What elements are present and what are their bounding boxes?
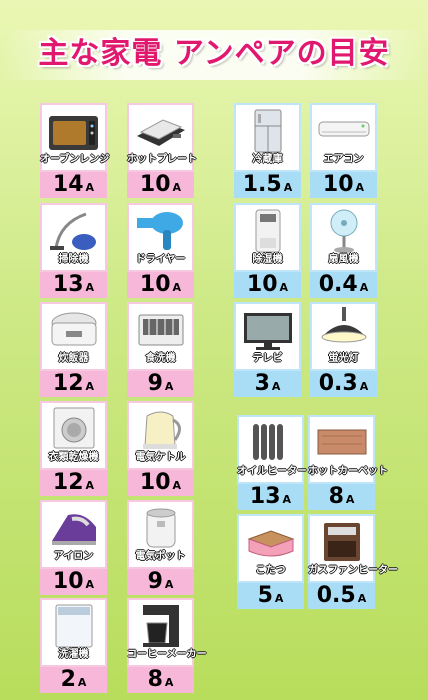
appliance-name: ホットプレート	[127, 154, 197, 165]
amperage: 10 A	[234, 272, 301, 298]
card-coffee-maker: コーヒーメーカー 8A	[127, 598, 207, 693]
hot-carpet-icon	[317, 429, 367, 455]
amperage: 12 A	[40, 470, 107, 496]
electric-fan-icon	[330, 209, 358, 253]
card-air-conditioner: エアコン 10 A	[310, 103, 377, 198]
card-kotatsu: こたつ 5A	[237, 514, 304, 609]
appliance-name: 除湿機	[252, 254, 283, 265]
appliance-name: エアコン	[323, 154, 364, 165]
electric-pot-icon	[146, 508, 176, 548]
card-rice-cooker: 炊飯器 12 A	[40, 302, 107, 397]
appliance-name: 電気ポット	[135, 551, 186, 562]
appliance-name: 扇風機	[328, 254, 359, 265]
card-clothes-dryer: 衣類乾燥機 12 A	[40, 401, 107, 496]
appliance-name: ガスファンヒーター	[308, 565, 398, 576]
amperage: 8A	[308, 484, 375, 510]
amperage: 8A	[127, 667, 194, 693]
hot-plate-icon	[137, 119, 185, 146]
clothes-dryer-icon	[53, 407, 95, 449]
card-hair-dryer: ドライヤー 10 A	[127, 203, 194, 298]
card-washing-machine: 洗濯機 2A	[40, 598, 107, 693]
card-oven-range: オーブンレンジ 14 A	[40, 103, 110, 198]
card-dishwasher: 食洗機 9A	[127, 302, 194, 397]
amperage: 14 A	[40, 172, 107, 198]
page-title: 主な家電 アンペアの目安	[38, 35, 390, 72]
card-hot-carpet: ホットカーペット 8A	[308, 415, 388, 510]
appliance-name: 炊飯器	[58, 353, 89, 364]
amperage: 9A	[127, 569, 194, 595]
card-hot-plate: ホットプレート 10 A	[127, 103, 197, 198]
appliance-name: 洗濯機	[58, 649, 89, 660]
television-icon	[244, 313, 292, 350]
gas-fan-heater-icon	[324, 523, 360, 561]
appliance-name: テレビ	[252, 353, 283, 364]
appliance-name: ドライヤー	[135, 254, 186, 265]
card-electric-fan: 扇風機 0.4 A	[310, 203, 377, 298]
air-conditioner-icon	[318, 121, 370, 137]
appliance-name: 掃除機	[58, 254, 89, 265]
card-television: テレビ 3A	[234, 302, 301, 397]
dishwasher-icon	[138, 314, 184, 346]
amperage: 2A	[40, 667, 107, 693]
appliance-name: ホットカーペット	[308, 466, 388, 477]
appliance-name: 電気ケトル	[135, 452, 186, 463]
fluorescent-lamp-icon	[321, 307, 367, 343]
card-gas-fan-heater: ガスファンヒーター 0.5 A	[308, 514, 398, 609]
amperage: 10 A	[127, 470, 194, 496]
appliance-name: 食洗機	[145, 353, 176, 364]
appliance-name: 蛍光灯	[328, 353, 359, 364]
dehumidifier-icon	[255, 209, 281, 253]
washing-machine-icon	[55, 604, 93, 648]
amperage: 0.3 A	[310, 371, 377, 397]
amperage: 13 A	[237, 484, 304, 510]
kotatsu-icon	[247, 530, 295, 557]
appliance-name: オーブンレンジ	[40, 154, 110, 165]
amperage: 3A	[234, 371, 301, 397]
electric-kettle-icon	[143, 411, 181, 449]
card-electric-kettle: 電気ケトル 10 A	[127, 401, 194, 496]
microwave-oven-icon	[49, 116, 98, 150]
hair-dryer-icon	[137, 212, 183, 250]
card-vacuum-cleaner: 掃除機 13 A	[40, 203, 107, 298]
card-refrigerator: 冷蔵庫 1.5 A	[234, 103, 301, 198]
iron-icon	[52, 514, 96, 545]
card-iron: アイロン 10 A	[40, 500, 107, 595]
amperage: 0.5 A	[308, 583, 375, 609]
rice-cooker-icon	[51, 312, 97, 346]
card-fluorescent-lamp: 蛍光灯 0.3 A	[310, 302, 377, 397]
amperage: 0.4 A	[310, 272, 377, 298]
appliance-name: こたつ	[255, 565, 286, 576]
coffee-maker-icon	[143, 605, 179, 647]
oil-heater-icon	[253, 424, 283, 460]
appliance-name: オイルヒーター	[237, 466, 307, 477]
appliance-name: アイロン	[53, 551, 94, 562]
amperage: 12 A	[40, 371, 107, 397]
amperage: 9A	[127, 371, 194, 397]
amperage: 5A	[237, 583, 304, 609]
appliance-name: コーヒーメーカー	[127, 649, 207, 660]
appliance-name: 衣類乾燥機	[48, 452, 99, 463]
amperage: 1.5 A	[234, 172, 301, 198]
amperage: 10 A	[310, 172, 377, 198]
card-dehumidifier: 除湿機 10 A	[234, 203, 301, 298]
vacuum-cleaner-icon	[50, 212, 96, 250]
appliance-name: 冷蔵庫	[252, 154, 283, 165]
amperage: 10 A	[127, 172, 194, 198]
amperage: 10 A	[40, 569, 107, 595]
card-electric-pot: 電気ポット 9A	[127, 500, 194, 595]
refrigerator-icon	[254, 109, 282, 153]
amperage: 13 A	[40, 272, 107, 298]
amperage: 10 A	[127, 272, 194, 298]
card-oil-heater: オイルヒーター 13 A	[237, 415, 307, 510]
